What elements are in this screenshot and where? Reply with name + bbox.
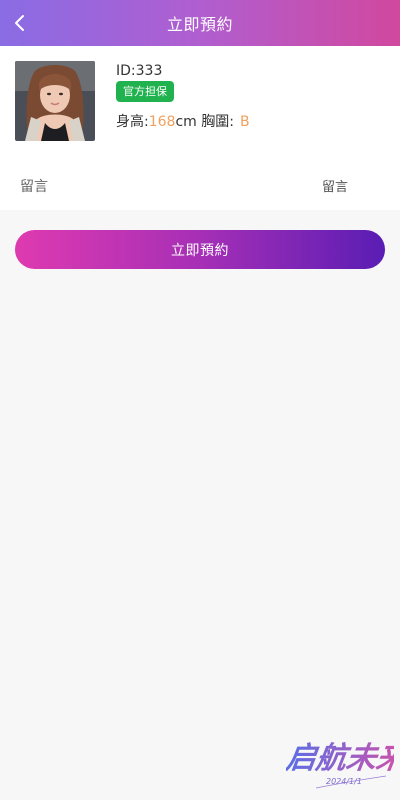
profile-info: ID:333 官方担保 身高:168cm 胸圍: B — [116, 62, 376, 132]
profile-card: ID:333 官方担保 身高:168cm 胸圍: B 留言 留言 — [0, 46, 400, 210]
profile-stats: 身高:168cm 胸圍: B — [116, 112, 376, 132]
profile-id: ID:333 — [116, 63, 163, 79]
height-value: 168 — [148, 114, 176, 130]
message-input[interactable]: 留言 — [322, 176, 348, 195]
official-guarantee-badge: 官方担保 — [116, 81, 174, 102]
page-title: 立即預約 — [166, 15, 233, 34]
top-navigation-bar: 立即預約 — [0, 0, 400, 46]
message-label: 留言 — [20, 179, 48, 195]
back-button[interactable] — [6, 8, 34, 38]
height-unit: cm — [175, 114, 197, 130]
svg-text:启航未来: 启航未来 — [286, 741, 394, 776]
bust-label: 胸圍: — [201, 114, 234, 130]
book-now-button[interactable]: 立即預約 — [15, 230, 385, 269]
message-row: 留言 留言 — [0, 176, 400, 196]
bust-value: B — [239, 114, 250, 130]
profile-photo-image — [15, 61, 95, 141]
brand-watermark-logo: 启航未来 2024/1/1 — [284, 732, 400, 792]
profile-photo[interactable] — [15, 61, 95, 141]
height-label: 身高: — [116, 114, 149, 130]
chevron-left-icon — [15, 15, 24, 31]
